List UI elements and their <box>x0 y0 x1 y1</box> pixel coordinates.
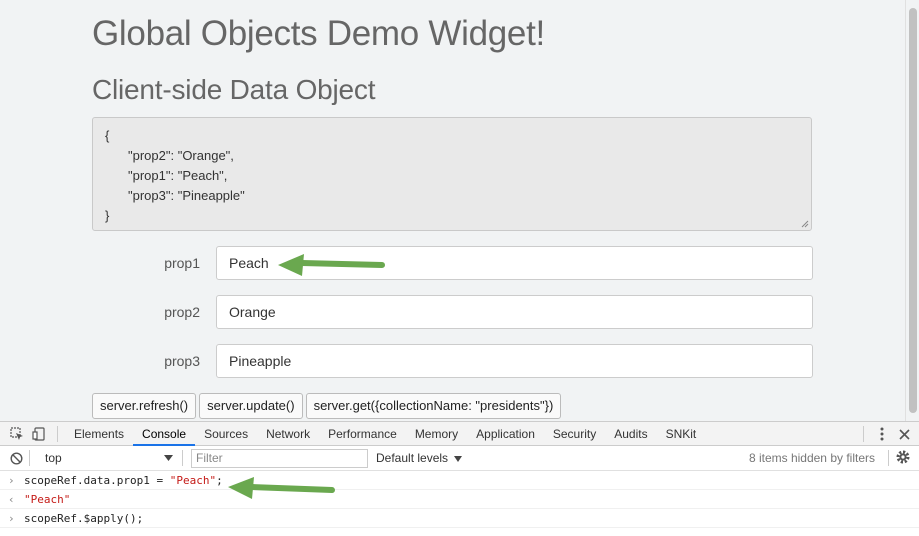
devtools-tabbar: Elements Console Sources Network Perform… <box>0 422 919 446</box>
prop2-label: prop2 <box>164 304 200 320</box>
json-line: } <box>105 208 110 223</box>
server-get-button[interactable]: server.get({collectionName: "presidents"… <box>305 393 562 419</box>
inspect-element-icon[interactable] <box>6 423 28 445</box>
console-code: scopeRef.$apply(); <box>24 512 144 525</box>
prop2-input[interactable]: Orange <box>216 295 813 329</box>
tab-performance[interactable]: Performance <box>319 422 406 446</box>
filter-input[interactable]: Filter <box>191 448 368 468</box>
toolbar-divider <box>29 450 30 466</box>
console-code-end: ; <box>216 474 223 487</box>
prop1-label: prop1 <box>164 255 200 271</box>
tab-sources[interactable]: Sources <box>195 422 257 446</box>
tab-console[interactable]: Console <box>133 422 196 446</box>
prop3-input[interactable]: Pineapple <box>216 344 813 378</box>
console-output-line: ‹ "Peach" <box>0 490 919 509</box>
output-prompt-icon: ‹ <box>8 493 15 506</box>
data-object-textarea[interactable]: { "prop2": "Orange", "prop1": "Peach", "… <box>92 117 812 231</box>
prop2-row: prop2 Orange <box>92 295 813 329</box>
annotation-arrow-icon <box>278 254 385 276</box>
dropdown-arrow-icon <box>164 455 173 461</box>
prop1-row: prop1 Peach <box>92 246 813 280</box>
tab-application[interactable]: Application <box>467 422 544 446</box>
toolbar-divider <box>57 425 58 442</box>
section-title: Client-side Data Object <box>92 74 376 105</box>
server-refresh-button[interactable]: server.refresh() <box>92 393 197 419</box>
devtools-actions <box>856 422 919 446</box>
more-options-icon[interactable] <box>871 423 893 445</box>
hidden-items-note: 8 items hidden by filters <box>748 451 875 465</box>
resize-handle-icon[interactable] <box>801 220 809 228</box>
tab-audits[interactable]: Audits <box>605 422 656 446</box>
tab-security[interactable]: Security <box>544 422 605 446</box>
gear-icon[interactable] <box>895 449 911 465</box>
tab-snkit[interactable]: SNKit <box>657 422 706 446</box>
input-prompt-icon: › <box>8 512 15 525</box>
context-select[interactable]: top <box>38 448 178 468</box>
close-icon[interactable] <box>893 423 915 445</box>
console-toolbar: top Filter Default levels 8 items hidden… <box>0 446 919 471</box>
json-line: "prop1": "Peach", <box>128 168 228 183</box>
page-scrollbar[interactable] <box>905 0 919 421</box>
log-levels-select[interactable]: Default levels <box>376 451 463 465</box>
tab-memory[interactable]: Memory <box>406 422 467 446</box>
device-toolbar-icon[interactable] <box>28 423 50 445</box>
prop3-row: prop3 Pineapple <box>92 344 813 378</box>
dropdown-arrow-icon <box>454 456 463 462</box>
context-select-value: top <box>45 451 62 465</box>
console-string: "Peach" <box>169 474 217 487</box>
console-code: scopeRef.data.prop1 = <box>24 474 170 487</box>
input-prompt-icon: › <box>8 474 15 487</box>
toolbar-divider <box>863 426 864 442</box>
tab-network[interactable]: Network <box>257 422 319 446</box>
console-input-line: › scopeRef.$apply(); <box>0 509 919 528</box>
annotation-arrow-icon <box>228 477 335 499</box>
server-update-button[interactable]: server.update() <box>199 393 303 419</box>
prop3-label: prop3 <box>164 353 200 369</box>
scrollbar-thumb[interactable] <box>909 8 917 413</box>
json-line: "prop2": "Orange", <box>128 148 234 163</box>
console-result: "Peach" <box>24 493 71 506</box>
clear-console-icon[interactable] <box>5 447 27 469</box>
log-levels-label: Default levels <box>376 451 449 465</box>
devtools-panel: Elements Console Sources Network Perform… <box>0 421 919 536</box>
console-input-line: › scopeRef.data.prop1 = "Peach"; <box>0 471 919 490</box>
toolbar-divider <box>182 450 183 466</box>
json-line: { <box>105 128 110 143</box>
widget-page: Global Objects Demo Widget! Client-side … <box>0 0 919 421</box>
json-line: "prop3": "Pineapple" <box>128 188 245 203</box>
toolbar-divider <box>888 450 889 466</box>
server-buttons: server.refresh() server.update() server.… <box>92 393 562 421</box>
page-title: Global Objects Demo Widget! <box>92 14 545 53</box>
tab-elements[interactable]: Elements <box>65 422 133 446</box>
